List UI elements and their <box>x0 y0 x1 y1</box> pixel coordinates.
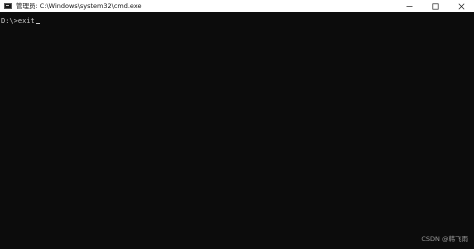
window-title: 管理员: C:\Windows\system32\cmd.exe <box>16 2 142 10</box>
title-bar[interactable]: 管理员: C:\Windows\system32\cmd.exe <box>0 0 474 12</box>
text-cursor <box>35 23 40 24</box>
maximize-button[interactable] <box>422 0 448 12</box>
minimize-icon <box>406 5 412 7</box>
console-line-text: D:\>exit <box>1 17 35 25</box>
watermark: CSDN @韩飞雨 <box>421 235 468 243</box>
maximize-icon <box>431 2 439 10</box>
cmd-console-icon <box>4 3 12 9</box>
window-controls <box>396 0 474 12</box>
cmd-window: 管理员: C:\Windows\system32\cmd.exe D:\>exi… <box>0 0 474 249</box>
close-button[interactable] <box>448 0 474 12</box>
close-icon <box>458 3 464 9</box>
minimize-button[interactable] <box>396 0 422 12</box>
console-line: D:\>exit <box>1 17 40 25</box>
console-area[interactable]: D:\>exit <box>0 12 474 249</box>
